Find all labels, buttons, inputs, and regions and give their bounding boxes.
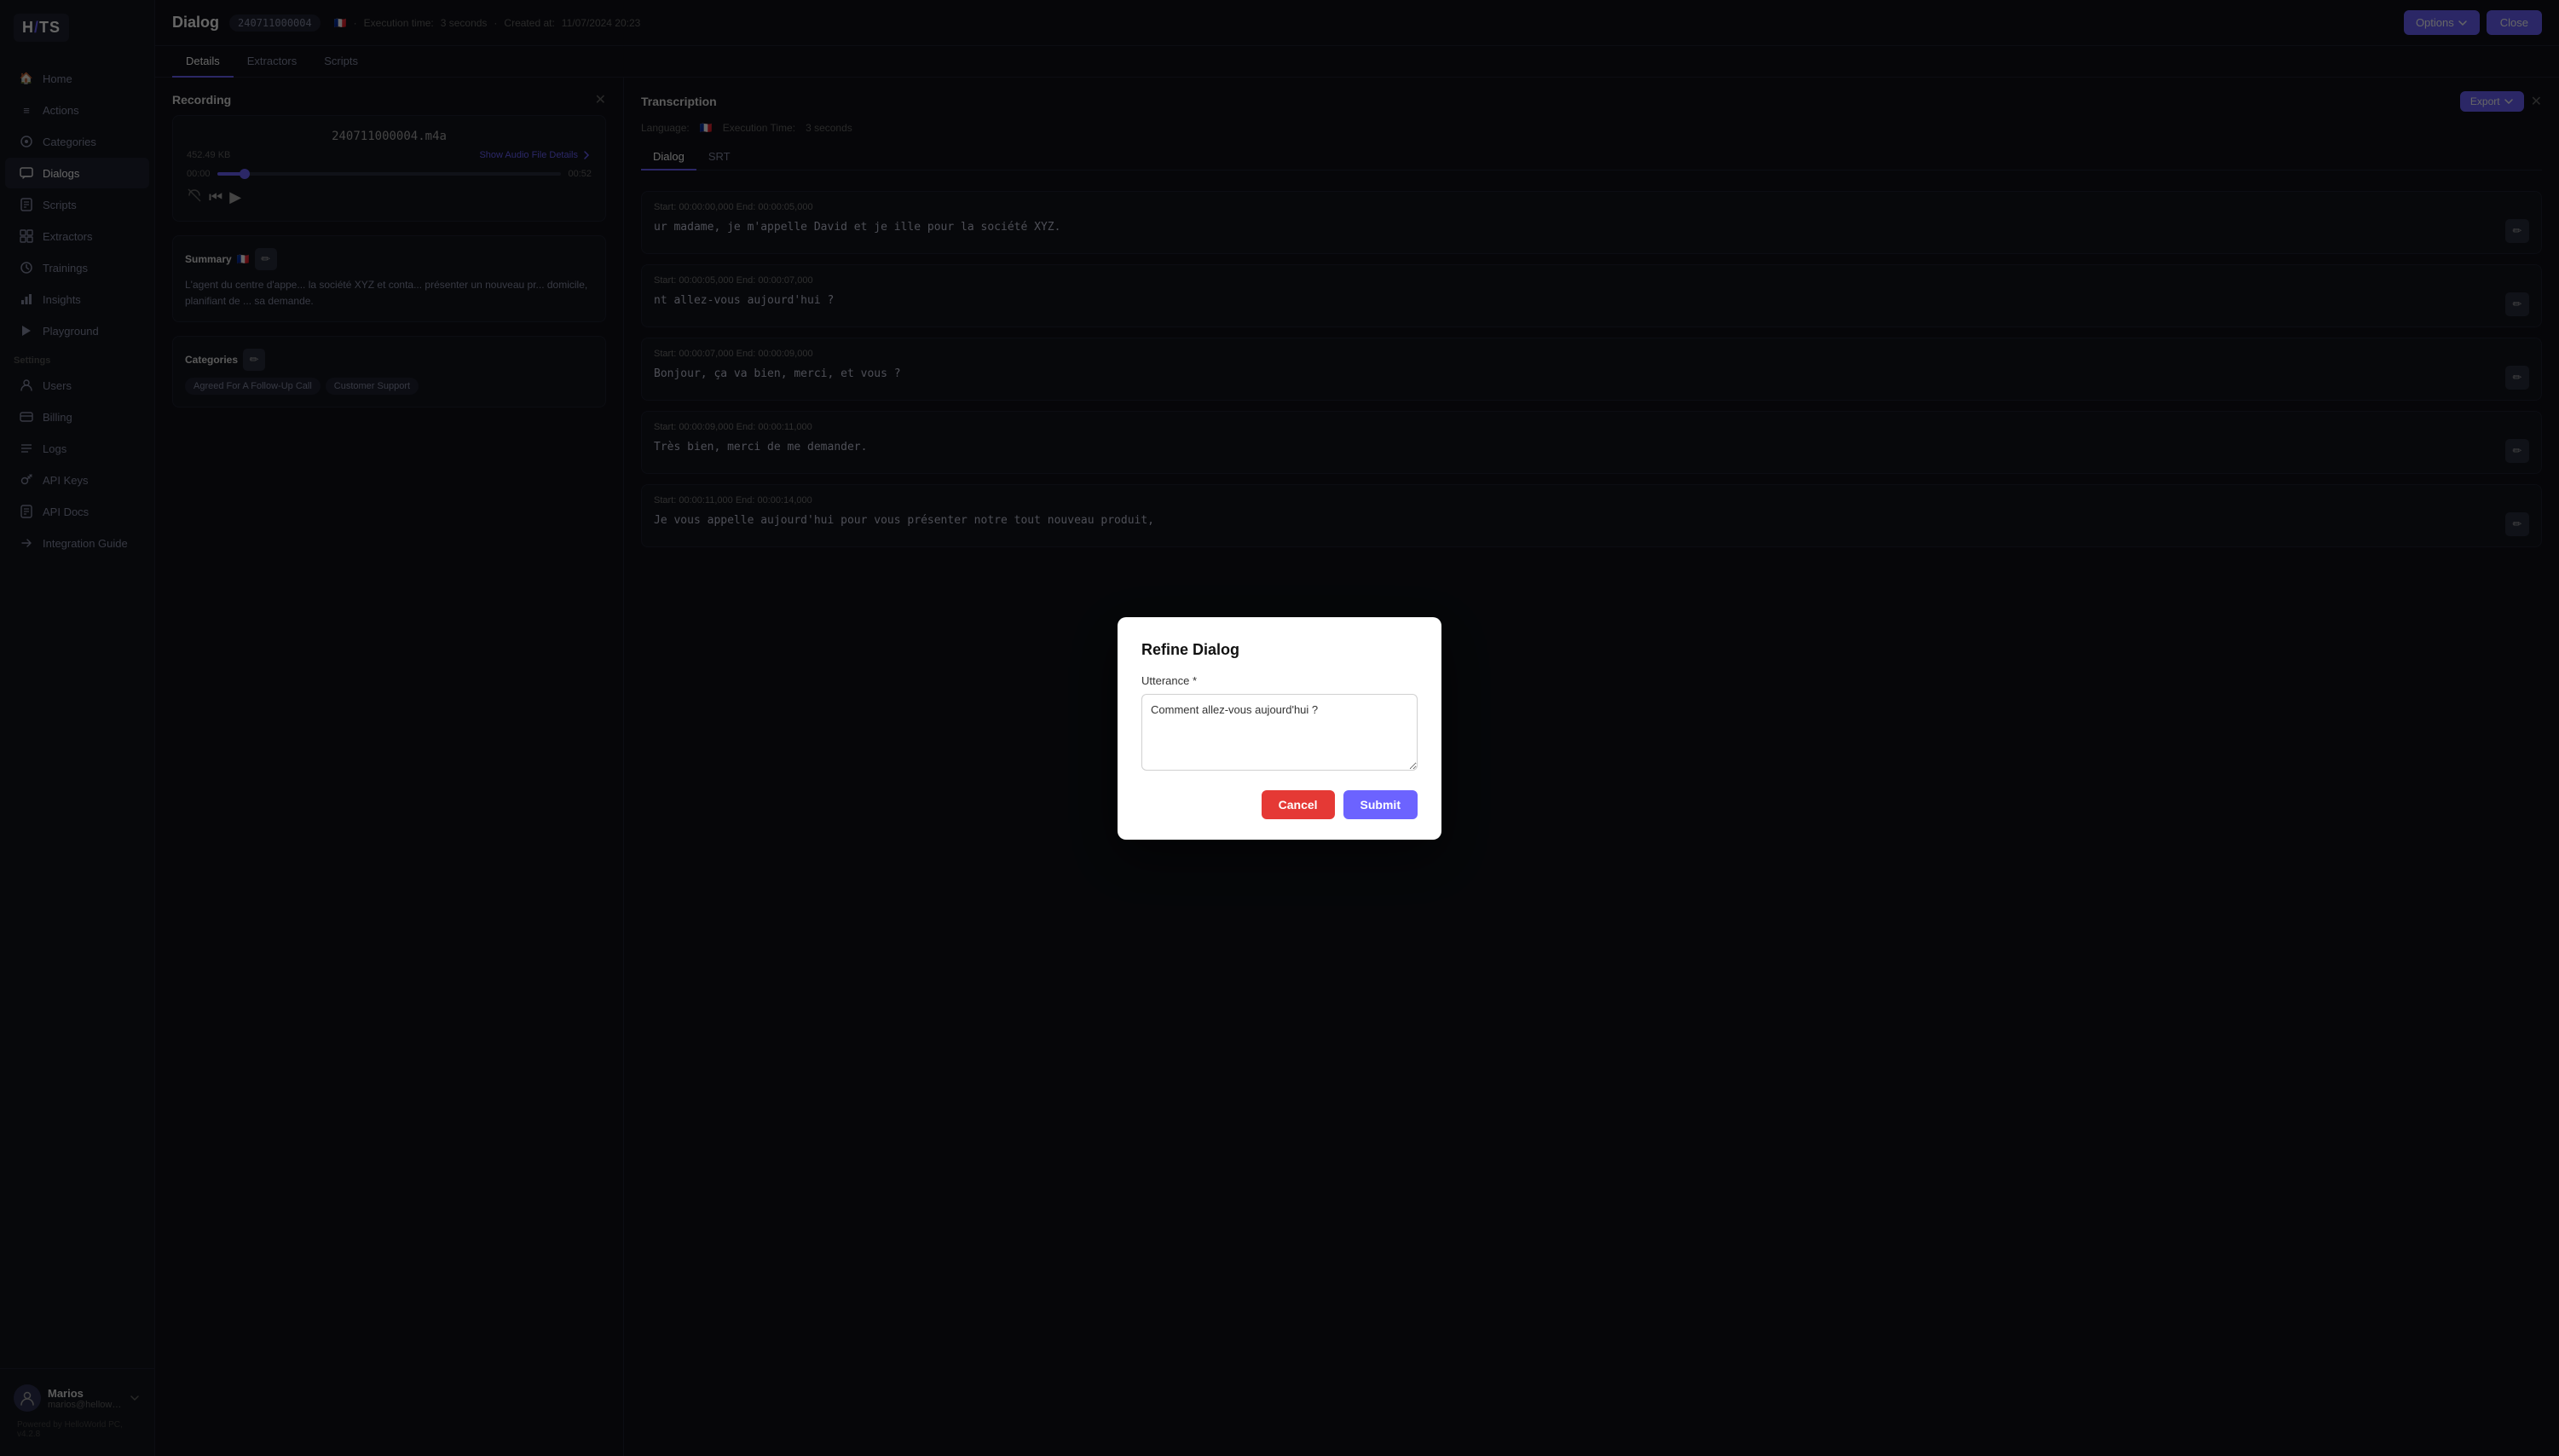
submit-button[interactable]: Submit — [1343, 790, 1418, 819]
modal-title: Refine Dialog — [1141, 641, 1418, 659]
utterance-textarea[interactable] — [1141, 694, 1418, 771]
modal-overlay[interactable]: Refine Dialog Utterance * Cancel Submit — [0, 0, 2559, 1456]
refine-dialog-modal: Refine Dialog Utterance * Cancel Submit — [1118, 617, 1441, 840]
utterance-field-label: Utterance * — [1141, 674, 1418, 687]
cancel-button[interactable]: Cancel — [1262, 790, 1335, 819]
modal-actions: Cancel Submit — [1141, 790, 1418, 819]
